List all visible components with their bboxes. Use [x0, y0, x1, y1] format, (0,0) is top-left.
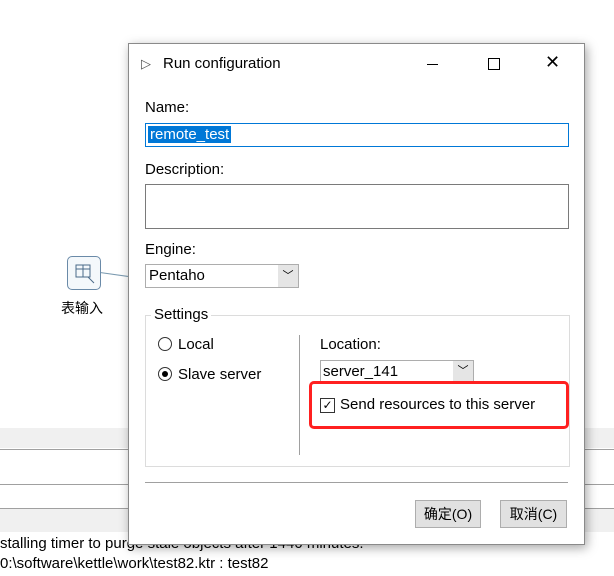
play-icon: ▷	[141, 56, 151, 71]
name-field[interactable]: remote_test	[145, 123, 569, 147]
chevron-down-icon: ﹀	[278, 265, 298, 287]
description-field[interactable]	[145, 184, 569, 229]
dialog-title: Run configuration	[163, 55, 281, 72]
close-button[interactable]: ✕	[545, 52, 560, 73]
local-radio[interactable]	[158, 337, 172, 351]
cancel-button[interactable]: 取消(C)	[500, 500, 567, 528]
log-line: 0:\software\kettle\work\test82.ktr : tes…	[0, 555, 269, 572]
send-resources-checkbox[interactable]: ✓	[320, 398, 335, 413]
settings-label: Settings	[151, 306, 212, 323]
table-input-icon[interactable]	[67, 256, 101, 290]
slave-server-radio[interactable]	[158, 367, 172, 381]
hop-line	[99, 272, 130, 278]
location-select[interactable]: server_141 ﹀	[320, 360, 474, 382]
maximize-button[interactable]	[488, 58, 500, 70]
location-value: server_141	[323, 363, 399, 380]
engine-value: Pentaho	[149, 267, 205, 284]
chevron-down-icon: ﹀	[453, 361, 473, 381]
name-value: remote_test	[148, 126, 232, 143]
slave-server-label: Slave server	[178, 366, 262, 383]
local-label: Local	[178, 336, 214, 353]
location-label: Location:	[320, 336, 381, 353]
engine-label: Engine:	[145, 241, 196, 258]
step-label: 表输入	[61, 300, 103, 316]
minimize-button[interactable]	[427, 64, 438, 65]
name-label: Name:	[145, 99, 190, 116]
divider	[145, 482, 568, 483]
ok-button[interactable]: 确定(O)	[415, 500, 481, 528]
run-configuration-dialog: ▷ Run configuration ✕ Name: remote_test …	[128, 43, 585, 545]
description-label: Description:	[145, 161, 225, 178]
engine-select[interactable]: Pentaho ﹀	[145, 264, 299, 288]
divider	[299, 335, 300, 455]
send-resources-label: Send resources to this server	[340, 396, 536, 413]
